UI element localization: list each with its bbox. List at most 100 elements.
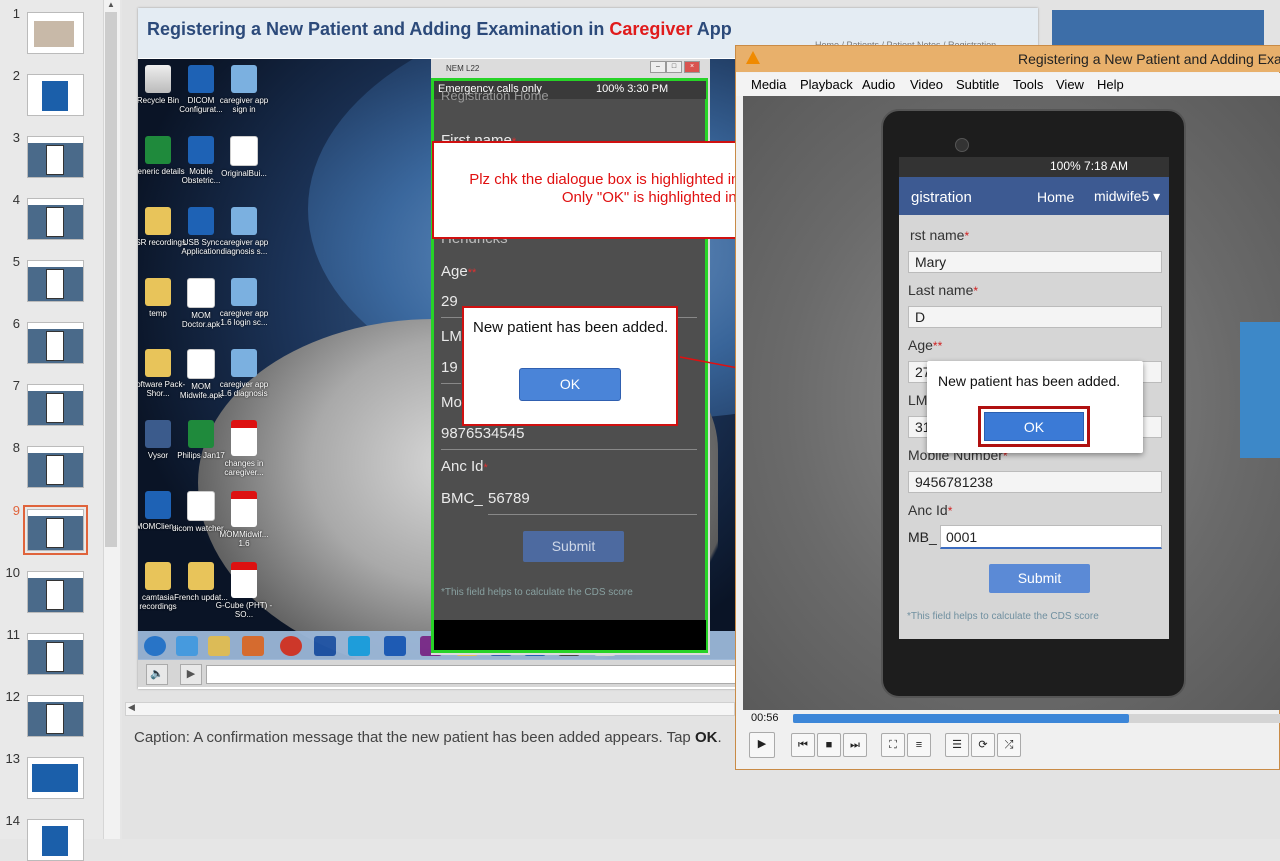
vlc-playlist-button[interactable]: ☰ (945, 733, 969, 757)
doc-icon (187, 278, 215, 308)
emulator-lmp-field[interactable]: 19 (441, 359, 461, 384)
phone-header-user-menu[interactable]: midwife5 ▾ (1094, 188, 1160, 205)
slide-thumbnail[interactable] (27, 12, 84, 54)
thumbnail-content (46, 580, 64, 610)
vlc-stop-button[interactable]: ■ (817, 733, 841, 757)
phone-submit-button[interactable]: Submit (989, 564, 1090, 593)
vlc-play-button[interactable]: ▶ (749, 732, 775, 758)
slide-thumbnail[interactable] (27, 198, 84, 240)
menu-audio[interactable]: Audio (862, 77, 895, 92)
editor-horizontal-scrollbar[interactable] (125, 702, 735, 716)
slide-thumbnail-number: 2 (12, 68, 20, 83)
play-icon[interactable]: ▶ (180, 664, 202, 685)
thumbnail-content (46, 704, 64, 734)
phone-age-label: Age** (908, 337, 943, 353)
desktop-icon[interactable]: G-Cube (PHT) - SO... (215, 562, 273, 619)
thumbnail-content (46, 331, 64, 361)
phone-last-name-label: Last name* (908, 282, 979, 298)
chrome-icon[interactable] (280, 636, 302, 656)
vlc-previous-button[interactable]: ⏮ (791, 733, 815, 757)
vlc-next-button[interactable]: ⏭ (843, 733, 867, 757)
xls-icon (188, 420, 214, 448)
onedrive-icon[interactable] (314, 636, 336, 656)
thumbnail-content (42, 81, 68, 111)
skype-icon[interactable] (348, 636, 370, 656)
apk-icon (231, 278, 257, 306)
explorer-icon[interactable] (208, 636, 230, 656)
minimize-icon[interactable]: – (650, 61, 666, 73)
desktop-icon[interactable]: caregiver app 1.6 diagnosis (215, 349, 273, 398)
phone-dialog-ok-button[interactable]: OK (984, 412, 1084, 441)
phone-dialog-message: New patient has been added. (938, 373, 1121, 389)
slide-thumbnail-number: 10 (5, 565, 20, 580)
slide-thumbnail[interactable] (27, 74, 84, 116)
scroll-left-icon[interactable]: ◀ (128, 702, 135, 713)
slide-thumbnail[interactable] (27, 260, 84, 302)
maximize-icon[interactable]: □ (666, 61, 682, 73)
desktop-icon-label: caregiver app 1.6 login sc... (219, 309, 269, 327)
thumbnail-scroll-thumb[interactable] (105, 12, 117, 547)
emulator-mobile-field[interactable]: 9876534545 (441, 425, 697, 450)
emulator-anc-label: Anc Id* (441, 458, 488, 475)
menu-video[interactable]: Video (910, 77, 943, 92)
player-seek-track[interactable] (206, 665, 737, 684)
scroll-up-icon[interactable]: ▲ (105, 0, 117, 10)
slide-thumbnail[interactable] (27, 695, 84, 737)
vlc-extended-settings-button[interactable]: ≡ (907, 733, 931, 757)
menu-media[interactable]: Media (751, 77, 786, 92)
outlook-icon[interactable] (384, 636, 406, 656)
xls-icon (145, 136, 171, 164)
vlc-shuffle-button[interactable]: ⤮ (997, 733, 1021, 757)
emulator-submit-button[interactable]: Submit (523, 531, 624, 562)
slide-thumbnail[interactable] (27, 136, 84, 178)
volume-icon[interactable]: 🔈 (146, 664, 168, 685)
vlc-fullscreen-button[interactable]: ⛶ (881, 733, 905, 757)
close-icon[interactable]: × (684, 61, 700, 73)
slide-thumbnail[interactable] (27, 819, 84, 861)
slide-thumbnail[interactable] (27, 322, 84, 364)
media-player-icon[interactable] (242, 636, 264, 656)
menu-view[interactable]: View (1056, 77, 1084, 92)
slide-thumbnail[interactable] (27, 757, 84, 799)
phone-header-home[interactable]: Home (1037, 189, 1074, 205)
menu-tools[interactable]: Tools (1013, 77, 1043, 92)
slide-thumbnail-number: 8 (12, 440, 20, 455)
vlc-loop-button[interactable]: ⟳ (971, 733, 995, 757)
desktop-icon[interactable]: caregiver app sign in (215, 65, 273, 114)
thumbnail-content (46, 393, 64, 423)
fold-icon (145, 562, 171, 590)
slide-thumbnail[interactable] (27, 633, 84, 675)
phone-anc-field[interactable]: 0001 (940, 525, 1162, 549)
phone-last-name-field[interactable]: D (908, 306, 1162, 328)
slide-thumbnail-number: 6 (12, 316, 20, 331)
slide-thumbnail[interactable] (27, 446, 84, 488)
thumbnail-content (42, 826, 68, 856)
slide-thumbnail[interactable] (27, 571, 84, 613)
menu-help[interactable]: Help (1097, 77, 1124, 92)
desktop-icon[interactable]: OriginalBui... (215, 136, 273, 178)
menu-playback[interactable]: Playback (800, 77, 853, 92)
menu-subtitle[interactable]: Subtitle (956, 77, 999, 92)
emulator-dialog-ok-button[interactable]: OK (519, 368, 621, 401)
phone-anc-prefix: MB_ (908, 529, 937, 545)
caption-ok-emphasis: OK (694, 729, 718, 746)
emulator-header-fragment: Registration Home (441, 88, 549, 103)
slide-thumbnail[interactable] (27, 384, 84, 426)
desktop-icon[interactable]: changes in caregiver... (215, 420, 273, 477)
thumbnail-content (46, 145, 64, 175)
phone-mobile-field[interactable]: 9456781238 (908, 471, 1162, 493)
pdf-icon (231, 420, 257, 456)
desktop-icon[interactable]: caregiver app 1.6 login sc... (215, 278, 273, 327)
desktop-icon[interactable]: MOMMidwif... 1.6 (215, 491, 273, 548)
slide-thumbnail[interactable] (23, 505, 88, 555)
apk-icon (231, 207, 257, 235)
doc-icon (187, 491, 215, 521)
desktop-icon-label: G-Cube (PHT) - SO... (215, 601, 273, 619)
phone-first-name-field[interactable]: Mary (908, 251, 1162, 273)
emulator-anc-field[interactable]: 56789 (488, 490, 697, 515)
start-icon[interactable] (144, 636, 166, 656)
slide-thumbnail-number: 7 (12, 378, 20, 393)
slide-title-accent: Caregiver (609, 19, 693, 39)
ie-icon[interactable] (176, 636, 198, 656)
desktop-icon[interactable]: caregiver app diagnosis s... (215, 207, 273, 256)
